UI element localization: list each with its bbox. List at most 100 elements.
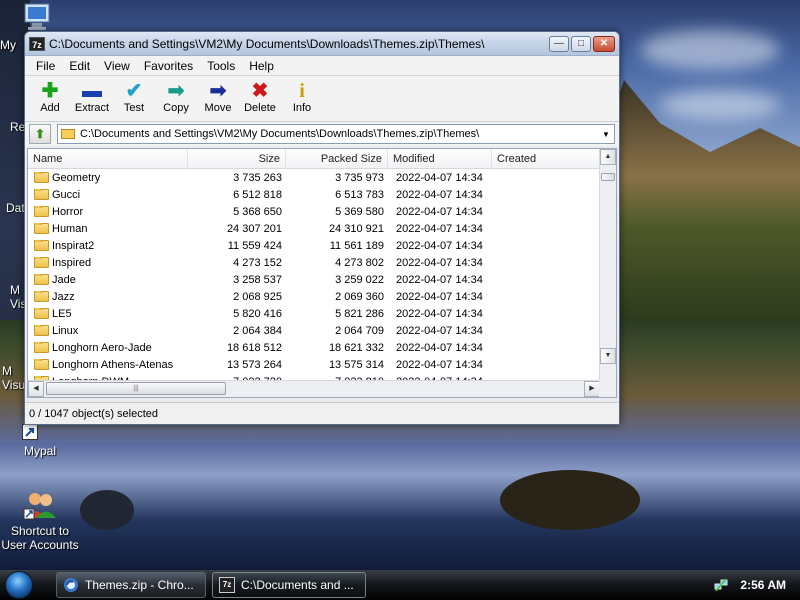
file-packed-size: 4 273 802 xyxy=(335,256,384,269)
table-row[interactable]: Inspirat2 11 559 424 11 561 189 2022-04-07 … xyxy=(28,237,600,254)
move-icon: ➡ xyxy=(209,80,227,102)
file-name-cell: Human xyxy=(28,222,188,235)
file-modified: 2022-04-07 14:34 xyxy=(396,273,483,286)
desktop-icon-mypal[interactable]: Mypal xyxy=(0,424,80,458)
file-name: Jade xyxy=(52,273,76,286)
file-packed-size: 13 575 314 xyxy=(328,358,384,371)
clock[interactable]: 2:56 AM xyxy=(740,578,786,592)
vertical-scrollbar[interactable]: ▲ ▼ xyxy=(599,149,616,381)
scroll-left-button[interactable]: ◀ xyxy=(28,381,44,397)
file-name: Inspired xyxy=(52,256,92,269)
file-modified: 2022-04-07 14:34 xyxy=(396,290,483,303)
folder-icon xyxy=(34,256,49,268)
folder-icon xyxy=(34,222,49,234)
file-size: 24 307 201 xyxy=(226,222,282,235)
table-row[interactable]: LE5 5 820 416 5 821 286 2022-04-07 14:34 xyxy=(28,305,600,322)
folder-icon xyxy=(34,341,49,353)
column-header-modified[interactable]: Modified xyxy=(388,149,492,169)
menu-view[interactable]: View xyxy=(97,59,137,73)
menu-help[interactable]: Help xyxy=(242,59,281,73)
menu-tools[interactable]: Tools xyxy=(200,59,242,73)
horizontal-scroll-thumb[interactable]: ||| xyxy=(46,382,226,395)
folder-icon xyxy=(34,358,49,370)
desktop-icon-user-accounts[interactable]: Shortcut to User Accounts xyxy=(0,490,80,552)
extract-label: Extract xyxy=(74,102,110,114)
file-name-cell: Linux xyxy=(28,324,188,337)
table-row[interactable]: Human 24 307 201 24 310 921 2022-04-07 14:3… xyxy=(28,220,600,237)
move-button[interactable]: ➡ Move xyxy=(197,80,239,114)
delete-label: Delete xyxy=(244,102,276,114)
address-bar: ⬆ C:\Documents and Settings\VM2\My Docum… xyxy=(25,122,619,146)
column-header-size[interactable]: Size xyxy=(188,149,286,169)
horizontal-scrollbar[interactable]: ◀ ||| ▶ xyxy=(28,380,600,397)
move-label: Move xyxy=(204,102,232,114)
file-name: Gucci xyxy=(52,188,81,201)
table-row[interactable]: Gucci 6 512 818 6 513 783 2022-04-07 14:34 xyxy=(28,186,600,203)
close-button[interactable]: ✕ xyxy=(593,35,615,52)
taskbar-item-7zip[interactable]: 7z C:\Documents and ... xyxy=(212,572,366,598)
file-size: 13 573 264 xyxy=(226,358,282,371)
scroll-right-button[interactable]: ▶ xyxy=(584,381,600,397)
extract-icon: ▬ xyxy=(82,80,102,102)
dropdown-arrow-icon[interactable]: ▼ xyxy=(598,130,614,139)
table-row[interactable]: Inspired 4 273 152 4 273 802 2022-04-07 14:… xyxy=(28,254,600,271)
toolbar: ✚ Add ▬ Extract ✔ Test ➡ Copy ➡ Move ✖ D… xyxy=(25,76,619,122)
title-bar[interactable]: 7z C:\Documents and Settings\VM2\My Docu… xyxy=(25,32,619,56)
scroll-up-button[interactable]: ▲ xyxy=(600,149,616,165)
network-icon[interactable] xyxy=(714,578,728,592)
column-header-name[interactable]: Name xyxy=(28,149,188,169)
file-modified: 2022-04-07 14:34 xyxy=(396,239,483,252)
table-row[interactable]: Jade 3 258 537 3 259 022 2022-04-07 14:34 xyxy=(28,271,600,288)
my-computer-icon[interactable] xyxy=(22,2,54,32)
folder-icon xyxy=(34,307,49,319)
table-row[interactable]: Linux 2 064 384 2 064 709 2022-04-07 14:34 xyxy=(28,322,600,339)
table-row[interactable]: Horror 5 368 650 5 369 580 2022-04-07 14:34 xyxy=(28,203,600,220)
vertical-scroll-thumb[interactable] xyxy=(601,173,615,181)
path-text: C:\Documents and Settings\VM2\My Documen… xyxy=(80,128,480,140)
file-packed-size: 6 513 783 xyxy=(335,188,384,201)
scroll-down-button[interactable]: ▼ xyxy=(600,348,616,364)
extract-button[interactable]: ▬ Extract xyxy=(71,80,113,114)
table-row[interactable]: Longhorn Aero-Jade 18 618 512 18 621 332 20… xyxy=(28,339,600,356)
add-button[interactable]: ✚ Add xyxy=(29,80,71,114)
file-name-cell: Geometry xyxy=(28,171,188,184)
column-header-created[interactable]: Created xyxy=(492,149,600,169)
file-size: 6 512 818 xyxy=(233,188,282,201)
7zip-icon: 7z xyxy=(219,577,235,593)
file-size: 5 368 650 xyxy=(233,205,282,218)
chrome-icon xyxy=(64,578,78,592)
desktop-label-my-computer[interactable]: My xyxy=(0,38,16,52)
file-modified: 2022-04-07 14:34 xyxy=(396,205,483,218)
taskbar-item-chrome[interactable]: Themes.zip - Chro... xyxy=(56,572,206,598)
file-packed-size: 2 064 709 xyxy=(335,324,384,337)
file-size: 11 559 424 xyxy=(227,239,282,252)
copy-button[interactable]: ➡ Copy xyxy=(155,80,197,114)
desktop-label-data[interactable]: Dat xyxy=(6,201,25,215)
path-combobox[interactable]: C:\Documents and Settings\VM2\My Documen… xyxy=(57,124,615,144)
file-packed-size: 18 621 332 xyxy=(328,341,384,354)
table-row[interactable]: Longhorn Athens-Atenas 13 573 264 13 575 3… xyxy=(28,356,600,373)
menu-file[interactable]: File xyxy=(29,59,62,73)
maximize-button[interactable]: □ xyxy=(571,35,591,52)
menu-favorites[interactable]: Favorites xyxy=(137,59,200,73)
test-button[interactable]: ✔ Test xyxy=(113,80,155,114)
table-row[interactable]: Jazz 2 068 925 2 069 360 2022-04-07 14:34 xyxy=(28,288,600,305)
file-rows: Geometry 3 735 263 3 735 973 2022-04-07 14:… xyxy=(28,169,600,381)
file-manager-window: 7z C:\Documents and Settings\VM2\My Docu… xyxy=(24,31,620,425)
file-name-cell: Inspired xyxy=(28,256,188,269)
info-button[interactable]: i Info xyxy=(281,80,323,114)
up-folder-button[interactable]: ⬆ xyxy=(29,124,51,144)
menu-edit[interactable]: Edit xyxy=(62,59,97,73)
folder-icon xyxy=(34,188,49,200)
start-button[interactable] xyxy=(0,570,38,600)
status-bar: 0 / 1047 object(s) selected xyxy=(25,402,619,424)
file-name-cell: Horror xyxy=(28,205,188,218)
table-row[interactable]: Geometry 3 735 263 3 735 973 2022-04-07 14:… xyxy=(28,169,600,186)
minimize-button[interactable]: — xyxy=(549,35,569,52)
column-header-packed-size[interactable]: Packed Size xyxy=(286,149,388,169)
7zip-app-icon[interactable]: 7z xyxy=(29,36,45,51)
file-name: Longhorn Athens-Atenas xyxy=(52,358,174,371)
file-name-cell: LE5 xyxy=(28,307,188,320)
delete-icon: ✖ xyxy=(251,80,269,102)
delete-button[interactable]: ✖ Delete xyxy=(239,80,281,114)
